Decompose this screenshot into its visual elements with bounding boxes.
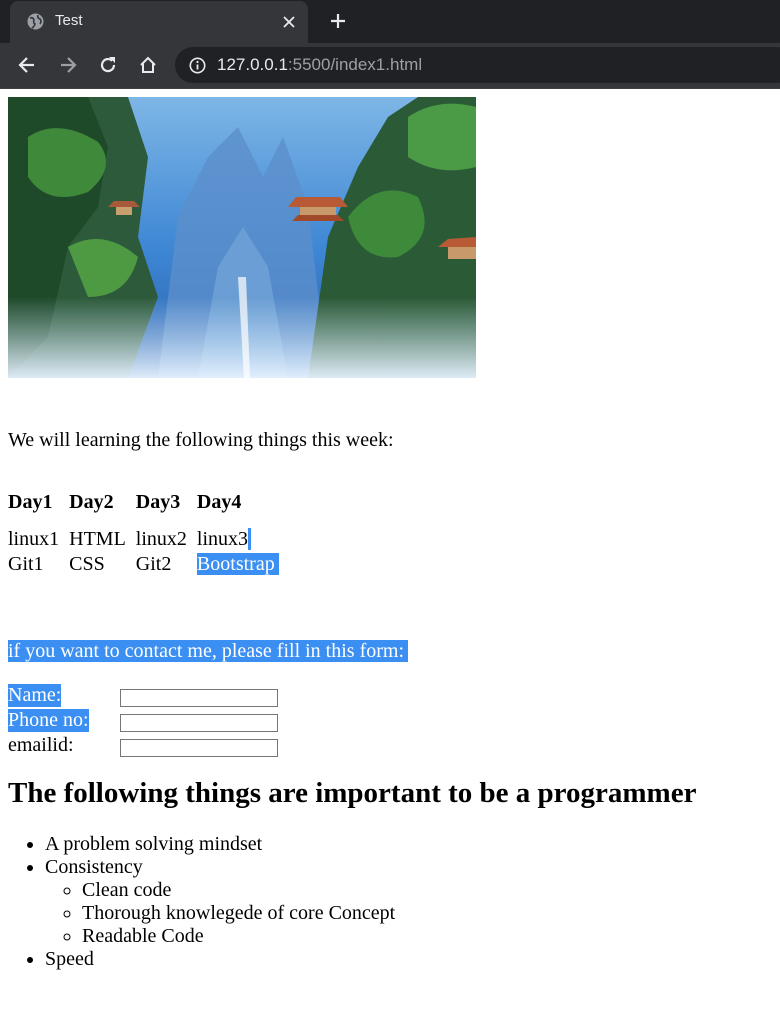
schedule-table: Day1 Day2 Day3 Day4 linux1 HTML linux2 l… (6, 489, 289, 578)
phone-label: Phone no: (8, 709, 89, 732)
sub-list-item: Clean code (82, 879, 395, 902)
close-icon[interactable] (278, 11, 300, 33)
table-header-row: Day1 Day2 Day3 Day4 (8, 491, 287, 526)
tab-strip: Test (0, 0, 780, 43)
plus-icon[interactable] (325, 8, 351, 34)
info-icon[interactable] (189, 57, 206, 74)
contact-prompt-text: if you want to contact me, please fill i… (8, 640, 409, 662)
sub-list: Clean code Thorough knowlegede of core C… (45, 879, 395, 948)
url-text: 127.0.0.1:5500/index1.html (217, 55, 422, 75)
table-cell: linux2 (135, 528, 187, 550)
table-cell: Git1 (8, 553, 44, 575)
phone-field[interactable] (120, 714, 278, 732)
page-heading: The following things are important to be… (8, 777, 697, 809)
table-cell-text: Bootstrap (196, 553, 279, 575)
table-header-cell: Day1 (8, 491, 53, 513)
table-header-cell: Day4 (196, 491, 242, 513)
globe-icon (27, 13, 44, 30)
sub-list-item: Readable Code (82, 925, 395, 948)
address-bar[interactable]: 127.0.0.1:5500/index1.html (175, 47, 780, 83)
tab-title: Test (55, 12, 83, 29)
table-row: Git1 CSS Git2 Bootstrap (8, 553, 287, 576)
page-content: We will learning the following things th… (0, 89, 780, 1011)
table-cell: HTML (69, 528, 126, 550)
list-item: A problem solving mindset (45, 833, 395, 856)
url-path: :5500/index1.html (287, 55, 423, 74)
url-host: 127.0.0.1 (217, 55, 288, 74)
table-cell: linux1 (8, 528, 60, 550)
forward-arrow-icon[interactable] (56, 53, 80, 77)
table-header-cell: Day3 (135, 491, 181, 513)
intro-text: We will learning the following things th… (8, 429, 394, 451)
list-item: Speed (45, 948, 395, 971)
table-row: linux1 HTML linux2 linux3 (8, 528, 287, 551)
home-icon[interactable] (136, 53, 160, 77)
list-item-label: Consistency (45, 856, 143, 878)
table-cell: Bootstrap (196, 553, 287, 576)
browser-tab[interactable]: Test (10, 1, 308, 43)
form-row-name: Name: (8, 684, 278, 707)
table-header-cell: Day2 (69, 491, 114, 513)
back-arrow-icon[interactable] (15, 53, 39, 77)
reload-icon[interactable] (96, 53, 120, 77)
table-cell-text: linux3 (196, 528, 249, 550)
name-field[interactable] (120, 689, 278, 707)
browser-toolbar: 127.0.0.1:5500/index1.html (0, 43, 780, 88)
email-label: emailid: (8, 734, 74, 756)
form-row-email: emailid: (8, 734, 278, 757)
sub-list-item: Thorough knowlegede of core Concept (82, 902, 395, 925)
list-item: Consistency Clean code Thorough knowlege… (45, 856, 395, 948)
name-label: Name: (8, 684, 62, 707)
skills-list: A problem solving mindset Consistency Cl… (8, 833, 395, 971)
landscape-image (8, 97, 476, 378)
table-cell: Git2 (135, 553, 172, 575)
table-cell: CSS (69, 553, 105, 575)
table-cell: linux3 (197, 528, 287, 551)
contact-prompt: if you want to contact me, please fill i… (8, 640, 409, 663)
form-row-phone: Phone no: (8, 709, 278, 732)
email-field[interactable] (120, 739, 278, 757)
